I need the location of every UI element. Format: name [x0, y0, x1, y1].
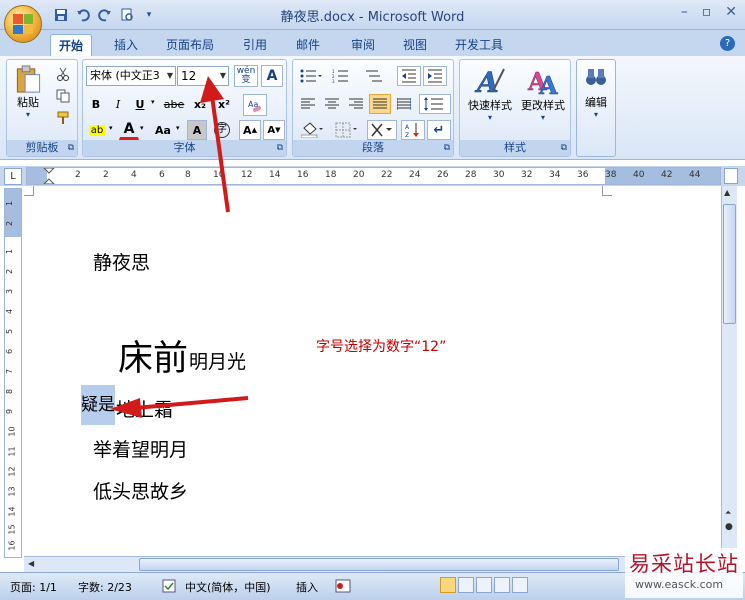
scroll-left-icon[interactable]: ◀ [28, 559, 34, 568]
prev-page-icon[interactable]: ⏶ [725, 508, 731, 518]
vertical-scroll-thumb[interactable] [723, 204, 736, 324]
view-buttons [440, 577, 528, 593]
scroll-up-icon[interactable]: ▲ [724, 188, 730, 197]
insert-mode[interactable]: 插入 [296, 579, 318, 595]
arrows-overlay [110, 76, 249, 418]
proofing-icon[interactable] [162, 579, 176, 596]
arrow-to-selection-icon [110, 396, 249, 418]
word-count[interactable]: 字数: 2/23 [78, 579, 132, 595]
horizontal-scrollbar[interactable]: ◀ [24, 556, 721, 572]
watermark-name: 易采站长站 [629, 552, 739, 576]
horizontal-scroll-thumb[interactable] [139, 558, 619, 571]
draft-view-icon[interactable] [512, 577, 528, 593]
vertical-scrollbar[interactable]: ▲ ⏶ ● [721, 186, 737, 558]
print-layout-view-icon[interactable] [440, 577, 456, 593]
watermark-url: www.easck.com [635, 578, 724, 591]
full-screen-reading-icon[interactable] [458, 577, 474, 593]
outline-view-icon[interactable] [494, 577, 510, 593]
language-status[interactable]: 中文(简体，中国) [185, 579, 271, 595]
macro-record-icon[interactable] [335, 579, 351, 596]
web-layout-view-icon[interactable] [476, 577, 492, 593]
office-logo-icon [13, 14, 33, 34]
office-button[interactable] [4, 5, 42, 43]
browse-object-icon[interactable]: ● [725, 522, 733, 532]
page-count[interactable]: 页面: 1/1 [10, 579, 57, 595]
site-watermark: 易采站长站 www.easck.com [625, 548, 743, 598]
arrow-to-font-size-icon [200, 76, 230, 213]
